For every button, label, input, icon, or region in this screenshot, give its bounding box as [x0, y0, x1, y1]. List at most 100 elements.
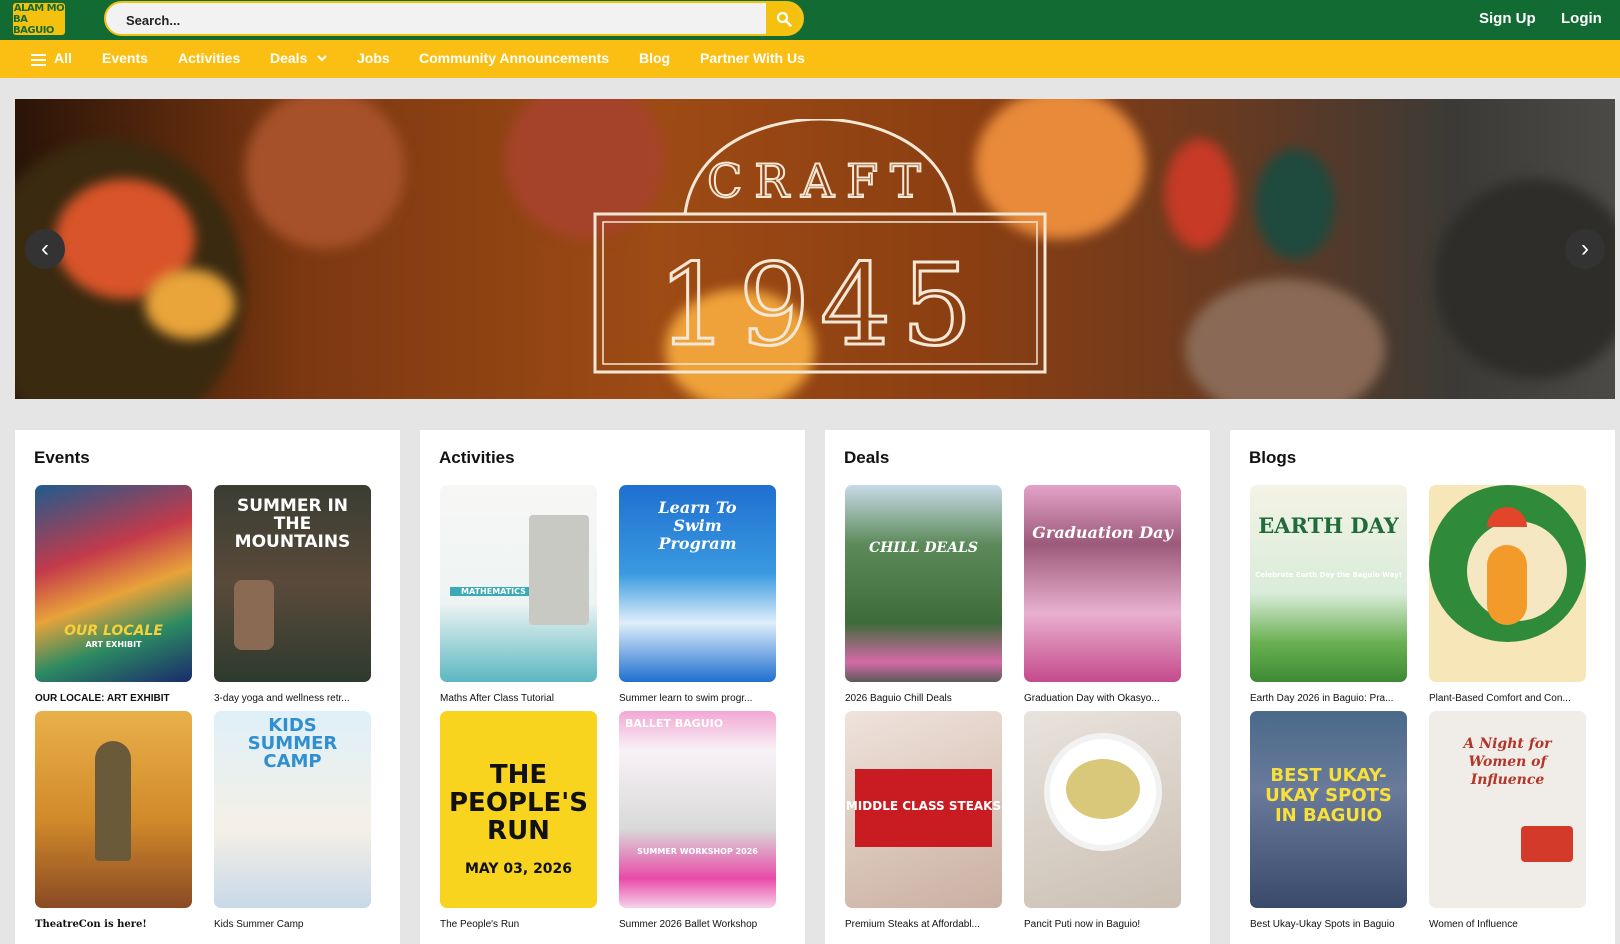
logo-line-1: ALAM MO [13, 2, 65, 14]
blog-card[interactable]: EARTH DAY Celebrate Earth Day the Baguio… [1250, 485, 1407, 704]
top-bar: ALAM MO BA BAGUIO Sign Up Login [0, 0, 1620, 40]
card-image-text: MATHEMATICS [450, 587, 537, 596]
card-image: EARTH DAY Celebrate Earth Day the Baguio… [1250, 485, 1407, 682]
card-caption: Pancit Puti now in Baguio! [1024, 919, 1141, 930]
card-image-text: A Night for Women of Influence [1463, 736, 1552, 788]
chevron-down-icon [317, 55, 327, 62]
card-image-mat-shape [234, 580, 274, 650]
nav-activities[interactable]: Activities [178, 50, 240, 66]
carousel-next-button[interactable]: › [1565, 229, 1605, 269]
card-image-text: MIDDLE CLASS STEAKS [845, 799, 1002, 813]
card-image: MATHEMATICS [440, 485, 597, 682]
sign-top-text: CRAFT [707, 154, 933, 208]
card-image-text: EARTH DAY [1258, 513, 1399, 538]
signup-link[interactable]: Sign Up [1479, 10, 1536, 27]
menu-icon[interactable] [31, 54, 46, 66]
nav-jobs[interactable]: Jobs [357, 50, 390, 66]
nav-bar: All Events Activities Deals Jobs Communi… [0, 40, 1620, 78]
card-image-text: BALLET BAGUIO [625, 717, 724, 730]
blog-card[interactable]: BEST UKAY-UKAY SPOTS IN BAGUIO Best Ukay… [1250, 711, 1407, 930]
card-caption: Summer 2026 Ballet Workshop [619, 919, 758, 930]
chevron-left-icon: ‹ [41, 235, 49, 262]
activity-card[interactable]: BALLET BAGUIO SUMMER WORKSHOP 2026 Summe… [619, 711, 776, 930]
card-image-figure-shape [95, 741, 131, 861]
activity-card[interactable]: MATHEMATICS Maths After Class Tutorial [440, 485, 597, 704]
card-caption: Premium Steaks at Affordabl... [845, 919, 980, 930]
nav-all[interactable]: All [54, 50, 72, 66]
event-card[interactable]: TheatreCon is here! [35, 711, 192, 930]
event-card[interactable]: SUMMER IN THE MOUNTAINS 3-day yoga and w… [214, 485, 371, 704]
card-caption: 3-day yoga and wellness retr... [214, 693, 350, 704]
card-image-text: THE PEOPLE'S RUN [449, 760, 588, 846]
deal-card[interactable]: MIDDLE CLASS STEAKS Premium Steaks at Af… [845, 711, 1002, 930]
event-card[interactable]: OUR LOCALE ART EXHIBIT OUR LOCALE: ART E… [35, 485, 192, 704]
deals-panel: Deals CHILL DEALS 2026 Baguio Chill Deal… [825, 430, 1210, 944]
card-image-text: KIDS SUMMER CAMP [247, 715, 338, 772]
logo-line-2: BA BAGUIO [13, 13, 54, 36]
carousel-prev-button[interactable]: ‹ [25, 229, 65, 269]
card-image: Learn To Swim Program [619, 485, 776, 682]
card-image-text: Graduation Day [1032, 523, 1173, 542]
card-image-subtext: ART EXHIBIT [85, 640, 142, 649]
event-card[interactable]: KIDS SUMMER CAMP Kids Summer Camp [214, 711, 371, 930]
card-image: MIDDLE CLASS STEAKS [845, 711, 1002, 908]
hero-hands-shape [1185, 279, 1385, 399]
card-image: CHILL DEALS [845, 485, 1002, 682]
search-button[interactable] [766, 3, 802, 34]
card-image-photo-shape [529, 515, 589, 625]
blog-card[interactable]: A Night for Women of Influence Women of … [1429, 711, 1586, 930]
site-logo[interactable]: ALAM MO BA BAGUIO [13, 2, 65, 36]
card-image: THE PEOPLE'S RUN MAY 03, 2026 [440, 711, 597, 908]
blogs-panel: Blogs EARTH DAY Celebrate Earth Day the … [1230, 430, 1615, 944]
card-caption: Best Ukay-Ukay Spots in Baguio [1250, 919, 1395, 930]
hero-lemon-shape [145, 269, 235, 339]
hero-carousel: CRAFT 1945 ‹ › [15, 99, 1615, 399]
hero-table-shape [1435, 179, 1615, 379]
section-title: Deals [844, 448, 890, 467]
card-caption: The People's Run [440, 919, 520, 930]
card-image [35, 711, 192, 908]
hero-tap-shape [245, 99, 405, 249]
card-image-subtext: Celebrate Earth Day the Baguio Way! [1255, 571, 1402, 579]
card-image-text: OUR LOCALE [64, 623, 163, 639]
card-image-truck-shape [1521, 826, 1573, 862]
login-link[interactable]: Login [1561, 10, 1602, 27]
card-image: A Night for Women of Influence [1429, 711, 1586, 908]
activity-card[interactable]: Learn To Swim Program Summer learn to sw… [619, 485, 776, 704]
search-icon [776, 11, 792, 27]
search-bar [104, 1, 804, 36]
card-caption: Summer learn to swim progr... [619, 693, 753, 704]
section-title: Blogs [1249, 448, 1297, 467]
blog-card[interactable]: Plant-Based Comfort and Con... [1429, 485, 1586, 704]
search-input[interactable] [126, 10, 746, 30]
craft-1945-sign: CRAFT 1945 [593, 119, 1047, 374]
card-image: Graduation Day [1024, 485, 1181, 682]
card-image: BALLET BAGUIO SUMMER WORKSHOP 2026 [619, 711, 776, 908]
card-image-text: SUMMER IN THE MOUNTAINS [234, 496, 351, 552]
card-image-text: CHILL DEALS [868, 540, 979, 556]
card-caption: Maths After Class Tutorial [440, 693, 554, 704]
card-image-subtext: MAY 03, 2026 [464, 861, 573, 877]
nav-events[interactable]: Events [102, 50, 148, 66]
card-caption: Graduation Day with Okasyo... [1024, 693, 1160, 704]
nav-community-announcements[interactable]: Community Announcements [419, 50, 609, 66]
deal-card[interactable]: Pancit Puti now in Baguio! [1024, 711, 1181, 930]
deal-card[interactable]: Graduation Day Graduation Day with Okasy… [1024, 485, 1181, 704]
nav-deals[interactable]: Deals [270, 50, 327, 66]
card-image-subtext: SUMMER WORKSHOP 2026 [637, 847, 758, 856]
section-title: Activities [439, 448, 515, 467]
nav-blog[interactable]: Blog [639, 50, 670, 66]
card-image [1024, 711, 1181, 908]
card-caption: Women of Influence [1429, 919, 1518, 930]
card-image-fork-shape [1487, 545, 1527, 625]
card-image-noodle-shape [1066, 759, 1140, 819]
events-panel: Events OUR LOCALE ART EXHIBIT OUR LOCALE… [15, 430, 400, 944]
nav-partner-with-us[interactable]: Partner With Us [700, 50, 805, 66]
deal-card[interactable]: CHILL DEALS 2026 Baguio Chill Deals [845, 485, 1002, 704]
card-caption: Plant-Based Comfort and Con... [1429, 693, 1571, 704]
hero-glass-red-shape [1165, 139, 1235, 249]
card-caption: 2026 Baguio Chill Deals [845, 693, 952, 704]
activity-card[interactable]: THE PEOPLE'S RUN MAY 03, 2026 The People… [440, 711, 597, 930]
card-caption: TheatreCon is here! [35, 919, 147, 930]
card-image: SUMMER IN THE MOUNTAINS [214, 485, 371, 682]
